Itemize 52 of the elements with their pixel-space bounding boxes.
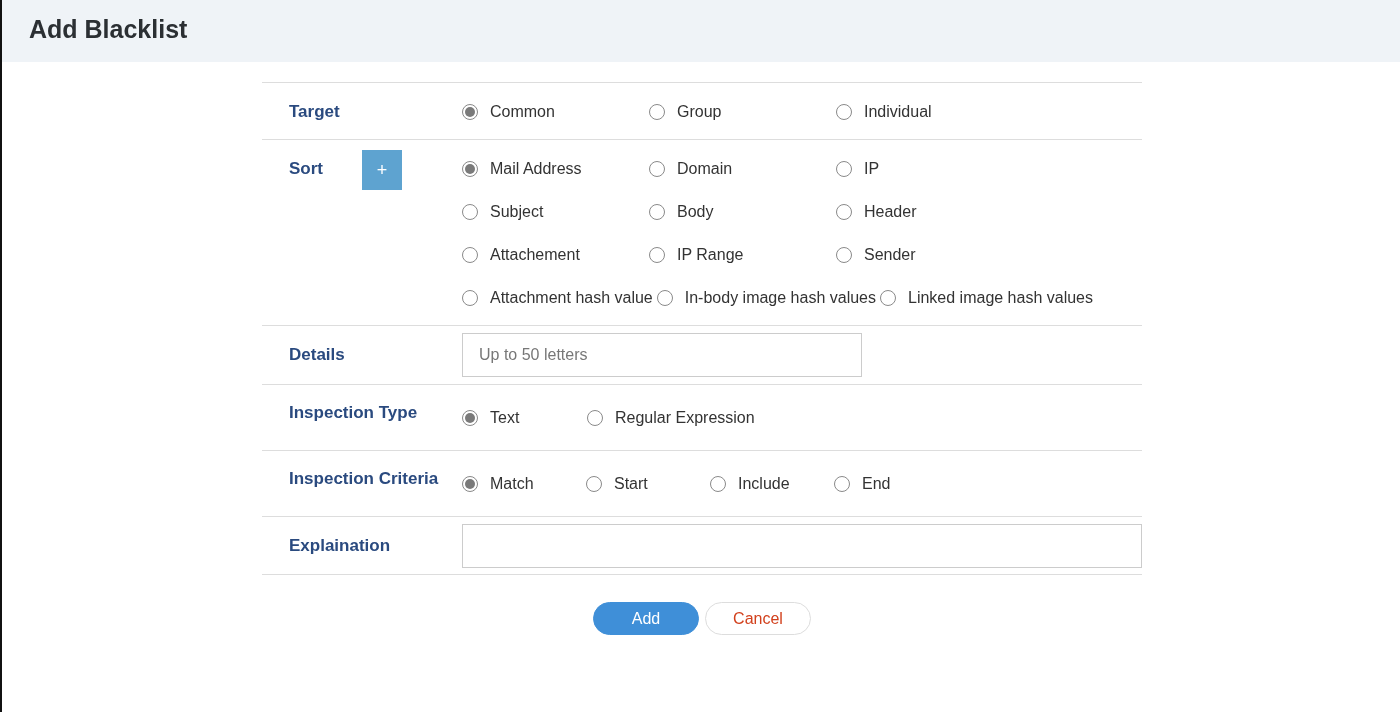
explanation-field[interactable] (462, 524, 1142, 568)
radio-button[interactable] (462, 476, 478, 492)
radio-button[interactable] (836, 204, 852, 220)
radio-option[interactable]: Regular Expression (587, 407, 759, 429)
field-label: Details (289, 344, 345, 366)
radio-button[interactable] (836, 247, 852, 263)
radio-option[interactable]: Header (836, 201, 1023, 223)
radio-button[interactable] (649, 161, 665, 177)
radio-button[interactable] (836, 161, 852, 177)
radio-option[interactable]: Common (462, 101, 649, 123)
field-label: Inspection Criteria (289, 468, 439, 490)
radio-option[interactable]: Subject (462, 201, 649, 223)
radio-button[interactable] (649, 247, 665, 263)
field-label: Inspection Type (289, 402, 418, 424)
radio-button[interactable] (462, 410, 478, 426)
radio-button[interactable] (834, 476, 850, 492)
radio-button[interactable] (586, 476, 602, 492)
radio-option[interactable]: Linked image hash values (880, 287, 1097, 309)
radio-button[interactable] (462, 247, 478, 263)
radio-option[interactable]: Include (710, 473, 834, 495)
radio-option[interactable]: Attachment hash value (462, 287, 657, 309)
radio-button[interactable] (656, 290, 673, 306)
radio-button[interactable] (710, 476, 726, 492)
radio-button[interactable] (880, 290, 896, 306)
details-field[interactable]: Up to 50 letters (462, 333, 862, 377)
field-label: Sort (289, 158, 323, 180)
radio-option[interactable]: Mail Address (462, 158, 649, 180)
page-title: Add Blacklist (29, 14, 188, 45)
radio-option[interactable]: Text (462, 407, 587, 429)
radio-option[interactable]: IP (836, 158, 1023, 180)
radio-option[interactable]: Start (586, 473, 710, 495)
radio-button[interactable] (649, 204, 665, 220)
radio-option[interactable]: In-body image hash values (656, 287, 880, 309)
radio-option[interactable]: Sender (836, 244, 1023, 266)
radio-button[interactable] (462, 104, 478, 120)
field-label: Target (289, 101, 340, 123)
field-label: Explaination (289, 535, 391, 557)
radio-option[interactable]: Individual (836, 101, 1023, 123)
radio-option[interactable]: Body (649, 201, 836, 223)
cancel-button[interactable]: Cancel (705, 602, 811, 635)
radio-option[interactable]: Match (462, 473, 586, 495)
radio-button[interactable] (462, 290, 478, 306)
radio-button[interactable] (836, 104, 852, 120)
radio-option[interactable]: IP Range (649, 244, 836, 266)
radio-option[interactable]: Group (649, 101, 836, 123)
radio-option[interactable]: End (834, 473, 958, 495)
radio-option[interactable]: Domain (649, 158, 836, 180)
radio-button[interactable] (462, 204, 478, 220)
radio-button[interactable] (649, 104, 665, 120)
radio-button[interactable] (587, 410, 603, 426)
radio-button[interactable] (462, 161, 478, 177)
radio-option[interactable]: Attachement (462, 244, 649, 266)
